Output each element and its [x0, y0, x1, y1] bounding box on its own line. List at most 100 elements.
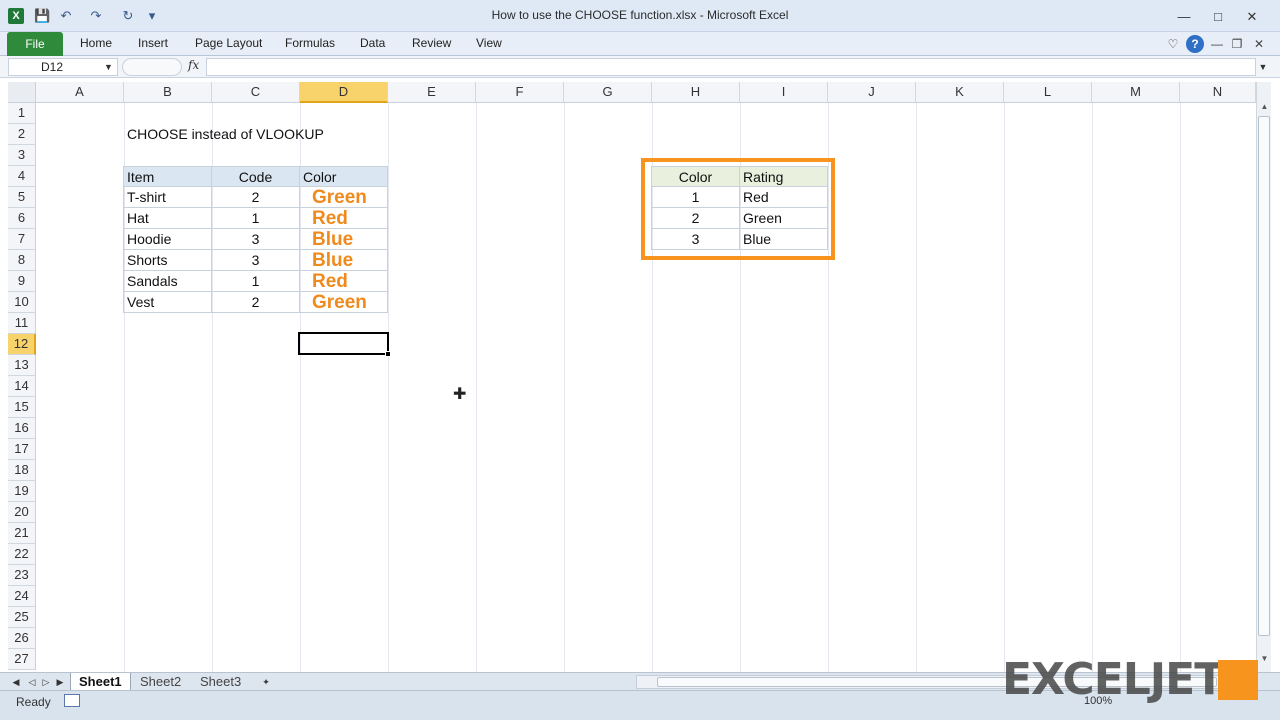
insert-sheet-icon[interactable]: ✦: [258, 675, 274, 689]
column-header-l[interactable]: L: [1004, 82, 1092, 103]
row-header[interactable]: 19: [8, 481, 36, 502]
sheet-tab-sheet1[interactable]: Sheet1: [70, 673, 131, 690]
tab-home[interactable]: Home: [80, 36, 112, 50]
lookup-cell-code[interactable]: 2: [651, 208, 740, 229]
table-cell-code[interactable]: 1: [212, 271, 300, 292]
column-header-d[interactable]: D: [300, 82, 388, 103]
tab-insert[interactable]: Insert: [138, 36, 168, 50]
tab-formulas[interactable]: Formulas: [285, 36, 335, 50]
row-header[interactable]: 9: [8, 271, 36, 292]
table-header-color[interactable]: Color: [300, 166, 388, 187]
lookup-cell-rating[interactable]: Red: [740, 187, 828, 208]
table-cell-item[interactable]: Shorts: [123, 250, 212, 271]
sheet-tab-sheet3[interactable]: Sheet3: [192, 673, 249, 690]
column-header-e[interactable]: E: [388, 82, 476, 103]
row-header[interactable]: 17: [8, 439, 36, 460]
row-header[interactable]: 25: [8, 607, 36, 628]
row-header[interactable]: 16: [8, 418, 36, 439]
workbook-restore-icon[interactable]: ❐: [1228, 35, 1246, 53]
column-header-f[interactable]: F: [476, 82, 564, 103]
column-header-j[interactable]: J: [828, 82, 916, 103]
column-header-i[interactable]: I: [740, 82, 828, 103]
lookup-cell-code[interactable]: 3: [651, 229, 740, 250]
workbook-close-icon[interactable]: ✕: [1250, 35, 1268, 53]
row-header[interactable]: 7: [8, 229, 36, 250]
row-header[interactable]: 4: [8, 166, 36, 187]
row-header[interactable]: 22: [8, 544, 36, 565]
last-sheet-icon[interactable]: ▶: [54, 675, 66, 689]
table-cell-code[interactable]: 2: [212, 292, 300, 313]
row-header[interactable]: 14: [8, 376, 36, 397]
table-cell-item[interactable]: Sandals: [123, 271, 212, 292]
row-header[interactable]: 3: [8, 145, 36, 166]
tab-data[interactable]: Data: [360, 36, 385, 50]
maximize-button[interactable]: □: [1206, 8, 1230, 26]
table-cell-code[interactable]: 2: [212, 187, 300, 208]
zoom-level[interactable]: 100%: [1084, 695, 1112, 707]
close-button[interactable]: ✕: [1240, 8, 1264, 26]
row-header[interactable]: 23: [8, 565, 36, 586]
row-header[interactable]: 20: [8, 502, 36, 523]
minimize-ribbon-icon[interactable]: ♡: [1164, 35, 1182, 53]
next-sheet-icon[interactable]: ▷: [40, 675, 52, 689]
row-header[interactable]: 2: [8, 124, 36, 145]
row-header[interactable]: 5: [8, 187, 36, 208]
insert-function-icon[interactable]: fx: [188, 58, 199, 72]
row-header[interactable]: 24: [8, 586, 36, 607]
table-cell-color[interactable]: Red: [300, 271, 388, 292]
table-cell-code[interactable]: 3: [212, 229, 300, 250]
vertical-scrollbar[interactable]: ▲ ▼: [1256, 82, 1271, 672]
lookup-cell-rating[interactable]: Green: [740, 208, 828, 229]
column-header-a[interactable]: A: [36, 82, 124, 103]
row-header[interactable]: 18: [8, 460, 36, 481]
row-header[interactable]: 1: [8, 103, 36, 124]
column-header-n[interactable]: N: [1180, 82, 1256, 103]
workbook-minimize-icon[interactable]: —: [1208, 35, 1226, 53]
vertical-scroll-thumb[interactable]: [1258, 116, 1270, 636]
table-cell-color[interactable]: Blue: [300, 229, 388, 250]
row-header[interactable]: 26: [8, 628, 36, 649]
table-cell-color[interactable]: Red: [300, 208, 388, 229]
lookup-cell-rating[interactable]: Blue: [740, 229, 828, 250]
horizontal-scrollbar[interactable]: [636, 675, 1256, 689]
scroll-up-icon[interactable]: ▲: [1257, 102, 1272, 116]
row-header[interactable]: 21: [8, 523, 36, 544]
tab-view[interactable]: View: [476, 36, 502, 50]
column-header-m[interactable]: M: [1092, 82, 1180, 103]
column-header-b[interactable]: B: [124, 82, 212, 103]
column-header-g[interactable]: G: [564, 82, 652, 103]
worksheet-grid[interactable]: A B C D E F G H I J K L M N 1 2 3 4 5 6 …: [0, 82, 1280, 672]
select-all-corner[interactable]: [8, 82, 36, 103]
table-cell-item[interactable]: T-shirt: [123, 187, 212, 208]
minimize-button[interactable]: —: [1172, 8, 1196, 26]
horizontal-scroll-thumb[interactable]: [657, 677, 1217, 687]
table-cell-item[interactable]: Vest: [123, 292, 212, 313]
row-header[interactable]: 27: [8, 649, 36, 670]
help-icon[interactable]: ?: [1186, 35, 1204, 53]
formula-input[interactable]: [206, 58, 1256, 76]
fill-handle[interactable]: [385, 351, 391, 357]
table-cell-color[interactable]: Green: [300, 292, 388, 313]
active-cell-d12[interactable]: [298, 332, 389, 355]
column-header-k[interactable]: K: [916, 82, 1004, 103]
chevron-down-icon[interactable]: ▼: [104, 58, 113, 76]
row-header[interactable]: 8: [8, 250, 36, 271]
tab-review[interactable]: Review: [412, 36, 451, 50]
row-header[interactable]: 15: [8, 397, 36, 418]
row-header-active[interactable]: 12: [8, 334, 36, 355]
table-cell-code[interactable]: 1: [212, 208, 300, 229]
tab-file[interactable]: File: [7, 32, 63, 56]
row-header[interactable]: 11: [8, 313, 36, 334]
row-header[interactable]: 13: [8, 355, 36, 376]
row-header[interactable]: 10: [8, 292, 36, 313]
tab-page-layout[interactable]: Page Layout: [195, 36, 262, 50]
expand-formula-bar-icon[interactable]: ▼: [1256, 58, 1270, 76]
row-header[interactable]: 6: [8, 208, 36, 229]
lookup-cell-code[interactable]: 1: [651, 187, 740, 208]
table-cell-item[interactable]: Hoodie: [123, 229, 212, 250]
lookup-header-rating[interactable]: Rating: [740, 166, 828, 187]
table-cell-item[interactable]: Hat: [123, 208, 212, 229]
column-header-h[interactable]: H: [652, 82, 740, 103]
table-header-item[interactable]: Item: [123, 166, 212, 187]
table-cell-color[interactable]: Green: [300, 187, 388, 208]
